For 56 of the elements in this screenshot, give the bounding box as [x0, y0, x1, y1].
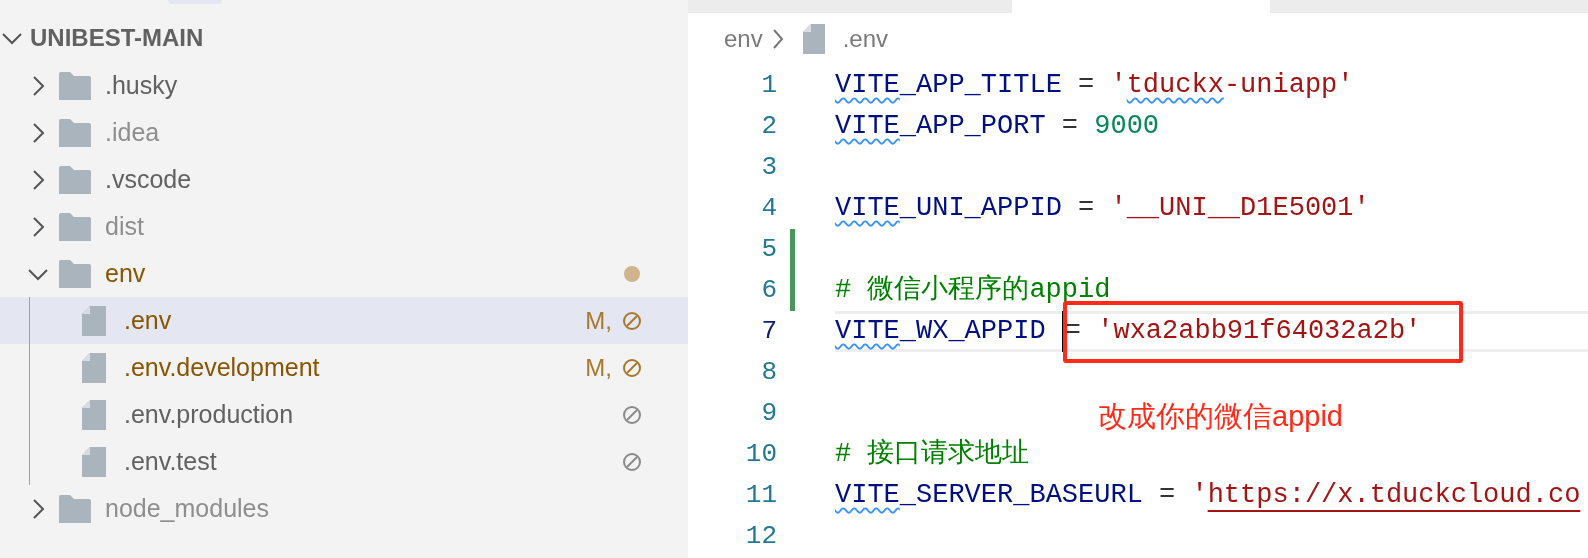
code-line: # 微信小程序的appid: [835, 273, 1112, 308]
line-number: 7: [760, 315, 777, 348]
breadcrumb-separator-icon: [770, 28, 785, 50]
line-number: 1: [760, 69, 777, 102]
file-icon: [82, 399, 106, 430]
breadcrumb-item[interactable]: env: [724, 21, 763, 57]
git-status-label: M,: [585, 352, 612, 383]
line-number: 11: [744, 479, 777, 512]
file-icon: [82, 446, 106, 477]
tree-row[interactable]: dist: [0, 203, 688, 250]
file-name: .env.test: [124, 445, 217, 477]
git-status-label: M,: [585, 305, 612, 336]
folder-icon: [59, 118, 91, 147]
tree-row[interactable]: .env M,: [0, 297, 688, 344]
explorer-root-title[interactable]: UNIBEST-MAIN: [30, 20, 204, 56]
folder-icon: [59, 165, 91, 194]
code-line: VITE_UNI_APPID = '__UNI__D1E5001': [835, 192, 1371, 226]
folder-name: .husky: [105, 69, 178, 101]
tree-row[interactable]: env: [0, 250, 688, 297]
line-number: 10: [744, 438, 777, 471]
breadcrumb-item[interactable]: .env: [842, 21, 889, 57]
tree-row[interactable]: .vscode: [0, 156, 688, 203]
folder-icon: [59, 212, 91, 241]
line-number: 5: [760, 233, 777, 266]
file-name: .env.production: [124, 398, 294, 430]
line-number: 4: [760, 192, 777, 225]
code-line: # 接口请求地址: [835, 437, 1031, 472]
tree-row[interactable]: .env.production: [0, 391, 688, 438]
code-line: VITE_APP_PORT = 9000: [835, 110, 1161, 144]
tree-row[interactable]: .env.test: [0, 438, 688, 485]
code-line: VITE_APP_TITLE = 'tduckx-uniapp': [835, 69, 1355, 103]
code-line: VITE_SERVER_BASEURL = 'https://x.tduckcloud.co: [835, 479, 1582, 513]
line-number: 8: [760, 356, 777, 389]
tree-row[interactable]: .env.development M,: [0, 344, 688, 391]
file-icon: [82, 352, 106, 383]
folder-icon: [59, 494, 91, 523]
file-name: .env: [124, 304, 172, 336]
folder-name: .idea: [105, 116, 160, 148]
folder-name: .vscode: [105, 163, 192, 195]
folder-icon: [59, 71, 91, 100]
line-number: 9: [760, 397, 777, 430]
tree-row[interactable]: .husky: [0, 62, 688, 109]
line-number: 6: [760, 274, 777, 307]
tree-row[interactable]: node_modules: [0, 485, 688, 532]
tree-row[interactable]: .idea: [0, 109, 688, 156]
file-icon: [82, 305, 106, 336]
folder-icon: [59, 259, 91, 288]
folder-name: dist: [105, 210, 144, 242]
line-number: 2: [760, 110, 777, 143]
line-number: 3: [760, 151, 777, 184]
file-icon: [802, 24, 825, 54]
folder-name: node_modules: [105, 492, 269, 524]
annotation-text: 改成你的微信appid: [1098, 399, 1343, 434]
folder-name: env: [105, 257, 146, 289]
file-name: .env.development: [124, 351, 320, 383]
line-number: 12: [744, 520, 777, 553]
